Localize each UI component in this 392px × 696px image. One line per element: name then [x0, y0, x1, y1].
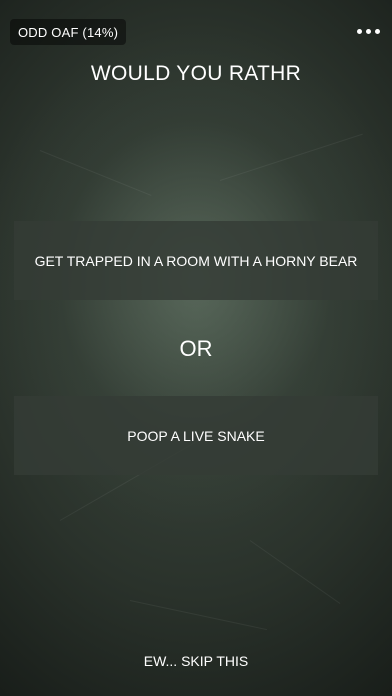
more-dots-icon: [374, 28, 380, 34]
score-badge: ODD OAF (14%): [10, 19, 127, 45]
option-b-label: POOP A LIVE SNAKE: [127, 427, 265, 444]
option-a-label: GET TRAPPED IN A ROOM WITH A HORNY BEAR: [34, 252, 358, 269]
scratch-mark: [39, 150, 152, 196]
skip-button[interactable]: EW... SKIP THIS: [0, 653, 392, 669]
scratch-mark: [129, 600, 268, 631]
scratch-mark: [249, 540, 341, 605]
option-b-button[interactable]: POOP A LIVE SNAKE: [14, 396, 378, 475]
scratch-mark: [219, 133, 363, 181]
more-dots-icon: [365, 28, 371, 34]
score-badge-label: ODD OAF (14%): [18, 24, 119, 40]
option-a-button[interactable]: GET TRAPPED IN A ROOM WITH A HORNY BEAR: [14, 221, 378, 300]
more-options-button[interactable]: [352, 20, 384, 42]
page-title: WOULD YOU RATHR: [90, 62, 302, 85]
more-dots-icon: [356, 28, 362, 34]
or-separator: OR: [179, 336, 213, 361]
